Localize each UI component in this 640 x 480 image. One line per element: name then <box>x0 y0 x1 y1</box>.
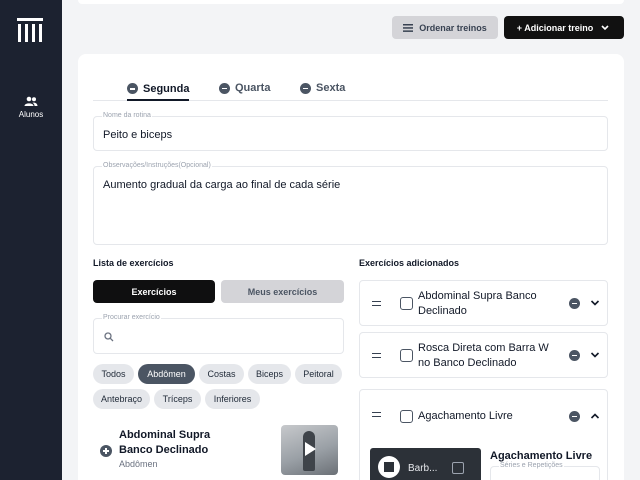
drag-handle-icon[interactable] <box>372 353 381 358</box>
add-exercise-icon[interactable] <box>100 445 112 457</box>
added-exercise-name: Agachamento Livre <box>418 410 513 422</box>
routine-name-value[interactable]: Peito e biceps <box>103 129 172 141</box>
sets-reps-field[interactable]: Séries e Repetições <box>490 462 600 480</box>
tab-label: Quarta <box>235 82 271 94</box>
filter-chip[interactable]: Costas <box>199 364 244 384</box>
notes-value[interactable]: Aumento gradual da carga ao final de cad… <box>103 179 340 191</box>
routine-card: Segunda Quarta Sexta Nome da rotina Peit… <box>78 54 624 480</box>
filter-chip[interactable]: Abdômen <box>138 364 195 384</box>
order-workouts-label: Ordenar treinos <box>419 22 487 33</box>
filter-chip[interactable]: Peitoral <box>295 364 342 384</box>
remove-exercise-icon[interactable] <box>569 411 580 422</box>
add-workout-button[interactable]: + Adicionar treino <box>504 16 624 39</box>
select-checkbox[interactable] <box>400 410 413 423</box>
segment-meus-exercicios[interactable]: Meus exercícios <box>221 280 344 303</box>
search-icon <box>104 332 114 342</box>
drag-handle-icon[interactable] <box>372 412 381 417</box>
chevron-up-icon[interactable] <box>590 412 600 420</box>
exercise-search-field[interactable]: Procurar exercício <box>93 314 344 354</box>
tab-sexta[interactable]: Sexta <box>300 78 345 98</box>
tab-label: Sexta <box>316 82 346 94</box>
order-workouts-button[interactable]: Ordenar treinos <box>392 16 498 39</box>
chevron-down-icon[interactable] <box>590 351 600 359</box>
sets-reps-label: Séries e Repetições <box>499 462 564 469</box>
added-exercise-name: Abdominal Supra Banco Declinado <box>418 290 537 317</box>
search-label: Procurar exercício <box>102 314 161 321</box>
chevron-down-icon[interactable] <box>597 24 611 32</box>
list-item[interactable]: Abdominal Supra Banco Declinado Abdômen <box>93 424 344 480</box>
added-exercise-row-expanded[interactable]: Agachamento Livre Barb... Agachamento Li… <box>359 389 608 480</box>
play-icon[interactable] <box>305 442 316 456</box>
filter-chip[interactable]: Tríceps <box>154 389 201 409</box>
drag-handle-icon[interactable] <box>372 301 381 306</box>
users-icon <box>24 96 38 106</box>
filter-chip[interactable]: Todos <box>93 364 134 384</box>
exercise-category: Abdômen <box>119 459 158 469</box>
exercise-video[interactable]: Barb... <box>370 448 481 480</box>
exercise-list-title: Lista de exercícios <box>93 258 174 268</box>
notes-label: Observações/Instruções(Opcional) <box>102 162 212 169</box>
added-exercise-row[interactable]: Abdominal Supra Banco Declinado <box>359 280 608 326</box>
filter-chip[interactable]: Inferiores <box>205 389 260 409</box>
tab-quarta[interactable]: Quarta <box>219 78 270 98</box>
channel-logo <box>378 456 400 478</box>
filter-chip[interactable]: Biceps <box>248 364 291 384</box>
video-title: Barb... <box>408 463 438 474</box>
sidebar: Alunos <box>0 0 62 480</box>
sidebar-item-alunos[interactable]: Alunos <box>0 96 62 119</box>
segment-exercicios[interactable]: Exercícios <box>93 280 215 303</box>
add-workout-label: + Adicionar treino <box>516 22 594 33</box>
top-panel <box>78 0 624 4</box>
exercise-video-thumbnail[interactable] <box>281 425 338 475</box>
filter-chip[interactable]: Antebraço <box>93 389 150 409</box>
added-exercises-title: Exercícios adicionados <box>359 258 460 268</box>
tab-label: Segunda <box>143 82 190 95</box>
remove-day-icon[interactable] <box>127 83 138 94</box>
remove-day-icon[interactable] <box>219 82 230 94</box>
routine-name-label: Nome da rotina <box>102 112 152 119</box>
sidebar-item-label: Alunos <box>18 110 44 119</box>
routine-name-field[interactable]: Nome da rotina Peito e biceps <box>93 112 608 151</box>
video-control-icon[interactable] <box>452 462 464 474</box>
exercise-name: Abdominal Supra Banco Declinado <box>119 429 211 456</box>
day-tabs: Segunda Quarta Sexta <box>93 76 608 101</box>
list-icon <box>403 23 414 32</box>
notes-field[interactable]: Observações/Instruções(Opcional) Aumento… <box>93 162 608 245</box>
remove-day-icon[interactable] <box>300 82 311 94</box>
select-checkbox[interactable] <box>400 297 413 310</box>
app-logo[interactable] <box>17 18 43 42</box>
remove-exercise-icon[interactable] <box>569 350 580 361</box>
chevron-down-icon[interactable] <box>590 299 600 307</box>
tab-segunda[interactable]: Segunda <box>127 78 190 101</box>
added-exercise-row[interactable]: Rosca Direta com Barra W no Banco Declin… <box>359 332 608 378</box>
select-checkbox[interactable] <box>400 349 413 362</box>
detail-exercise-name: Agachamento Livre <box>490 450 593 462</box>
remove-exercise-icon[interactable] <box>569 298 580 309</box>
added-exercise-name: Rosca Direta com Barra W no Banco Declin… <box>418 342 549 369</box>
search-input[interactable] <box>118 327 328 347</box>
